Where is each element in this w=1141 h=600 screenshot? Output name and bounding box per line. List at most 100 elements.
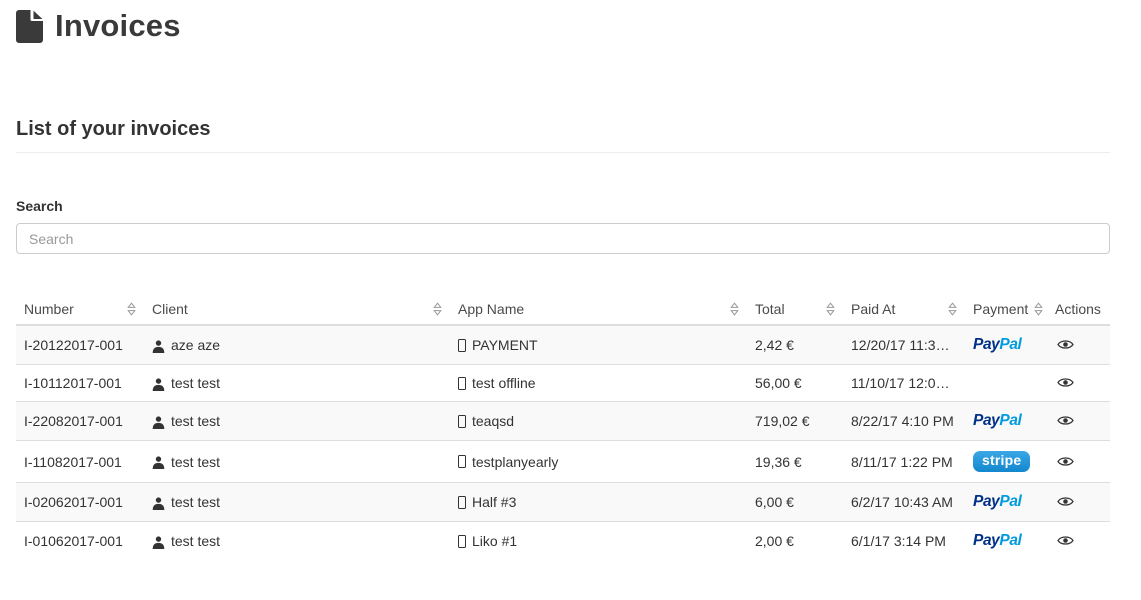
payment-cell: PayPal (965, 325, 1047, 365)
total-cell: 56,00 € (747, 365, 843, 402)
payment-cell: PayPal (965, 522, 1047, 561)
table-row: I-22082017-001 test test teaqsd 719,02 €… (16, 402, 1110, 441)
actions-cell (1047, 365, 1110, 402)
search-input[interactable] (16, 223, 1110, 254)
eye-icon[interactable] (1055, 533, 1076, 548)
client-cell: aze aze (144, 325, 450, 365)
col-header-label: Payment (973, 301, 1028, 317)
paid-at-cell: 8/11/17 1:22 PM (843, 441, 965, 483)
sort-icon (127, 302, 136, 316)
eye-icon[interactable] (1055, 454, 1076, 469)
col-header-actions: Actions (1047, 294, 1110, 325)
col-header-label: Client (152, 301, 188, 317)
paid-at-cell: 12/20/17 11:3… (843, 325, 965, 365)
client-name: aze aze (171, 337, 220, 353)
paid-at-cell: 6/1/17 3:14 PM (843, 522, 965, 561)
paypal-logo: PayPal (973, 532, 1021, 550)
total-cell: 2,42 € (747, 325, 843, 365)
invoice-number-cell: I-10112017-001 (16, 365, 144, 402)
paid-at-cell: 6/2/17 10:43 AM (843, 483, 965, 522)
total-cell: 6,00 € (747, 483, 843, 522)
app-name: teaqsd (472, 413, 514, 429)
user-icon (152, 378, 165, 391)
total-cell: 719,02 € (747, 402, 843, 441)
paypal-logo: PayPal (973, 336, 1021, 354)
client-name: test test (171, 454, 220, 470)
invoice-number-cell: I-02062017-001 (16, 483, 144, 522)
col-header-number[interactable]: Number (16, 294, 144, 325)
actions-cell (1047, 441, 1110, 483)
app-box-icon (458, 377, 466, 390)
sort-icon (1034, 302, 1043, 316)
stripe-logo: stripe (973, 451, 1030, 472)
file-icon (16, 10, 43, 43)
table-row: I-02062017-001 test test Half #3 6,00 € … (16, 483, 1110, 522)
invoice-number-cell: I-01062017-001 (16, 522, 144, 561)
app-name: Liko #1 (472, 533, 517, 549)
paid-at-cell: 8/22/17 4:10 PM (843, 402, 965, 441)
paypal-logo: PayPal (973, 412, 1021, 430)
col-header-label: Paid At (851, 301, 895, 317)
app-box-icon (458, 455, 466, 468)
actions-cell (1047, 402, 1110, 441)
sort-icon (433, 302, 442, 316)
eye-icon[interactable] (1055, 375, 1076, 390)
col-header-paid-at[interactable]: Paid At (843, 294, 965, 325)
client-name: test test (171, 375, 220, 391)
app-name: test offline (472, 375, 536, 391)
client-name: test test (171, 413, 220, 429)
user-icon (152, 416, 165, 429)
col-header-client[interactable]: Client (144, 294, 450, 325)
eye-icon[interactable] (1055, 413, 1076, 428)
col-header-label: Total (755, 301, 785, 317)
client-cell: test test (144, 483, 450, 522)
table-row: I-10112017-001 test test test offline 56… (16, 365, 1110, 402)
invoices-table: Number Client App Name Total Paid At (16, 294, 1110, 560)
app-box-icon (458, 415, 466, 428)
invoices-page: Invoices List of your invoices Search Nu… (16, 8, 1110, 560)
paypal-logo: PayPal (973, 493, 1021, 511)
user-icon (152, 497, 165, 510)
table-row: I-01062017-001 test test Liko #1 2,00 € … (16, 522, 1110, 561)
payment-cell (965, 365, 1047, 402)
user-icon (152, 456, 165, 469)
app-name-cell: testplanyearly (450, 441, 747, 483)
app-name-cell: teaqsd (450, 402, 747, 441)
col-header-label: Actions (1055, 301, 1101, 317)
payment-cell: PayPal (965, 402, 1047, 441)
app-name-cell: Liko #1 (450, 522, 747, 561)
actions-cell (1047, 522, 1110, 561)
col-header-label: Number (24, 301, 74, 317)
sort-icon (948, 302, 957, 316)
client-cell: test test (144, 441, 450, 483)
app-name: Half #3 (472, 494, 516, 510)
page-header: Invoices (16, 8, 1110, 44)
eye-icon[interactable] (1055, 337, 1076, 352)
actions-cell (1047, 325, 1110, 365)
app-name-cell: PAYMENT (450, 325, 747, 365)
col-header-label: App Name (458, 301, 524, 317)
col-header-app-name[interactable]: App Name (450, 294, 747, 325)
col-header-total[interactable]: Total (747, 294, 843, 325)
client-cell: test test (144, 522, 450, 561)
section-title: List of your invoices (16, 118, 1110, 141)
payment-cell: PayPal (965, 483, 1047, 522)
app-name-cell: Half #3 (450, 483, 747, 522)
user-icon (152, 536, 165, 549)
payment-cell: stripe (965, 441, 1047, 483)
invoice-number-cell: I-11082017-001 (16, 441, 144, 483)
sort-icon (730, 302, 739, 316)
client-name: test test (171, 494, 220, 510)
client-cell: test test (144, 365, 450, 402)
col-header-payment[interactable]: Payment (965, 294, 1047, 325)
app-box-icon (458, 535, 466, 548)
table-header-row: Number Client App Name Total Paid At (16, 294, 1110, 325)
eye-icon[interactable] (1055, 494, 1076, 509)
app-box-icon (458, 496, 466, 509)
actions-cell (1047, 483, 1110, 522)
app-box-icon (458, 339, 466, 352)
user-icon (152, 340, 165, 353)
app-name: PAYMENT (472, 337, 538, 353)
app-name-cell: test offline (450, 365, 747, 402)
search-label: Search (16, 198, 1110, 214)
